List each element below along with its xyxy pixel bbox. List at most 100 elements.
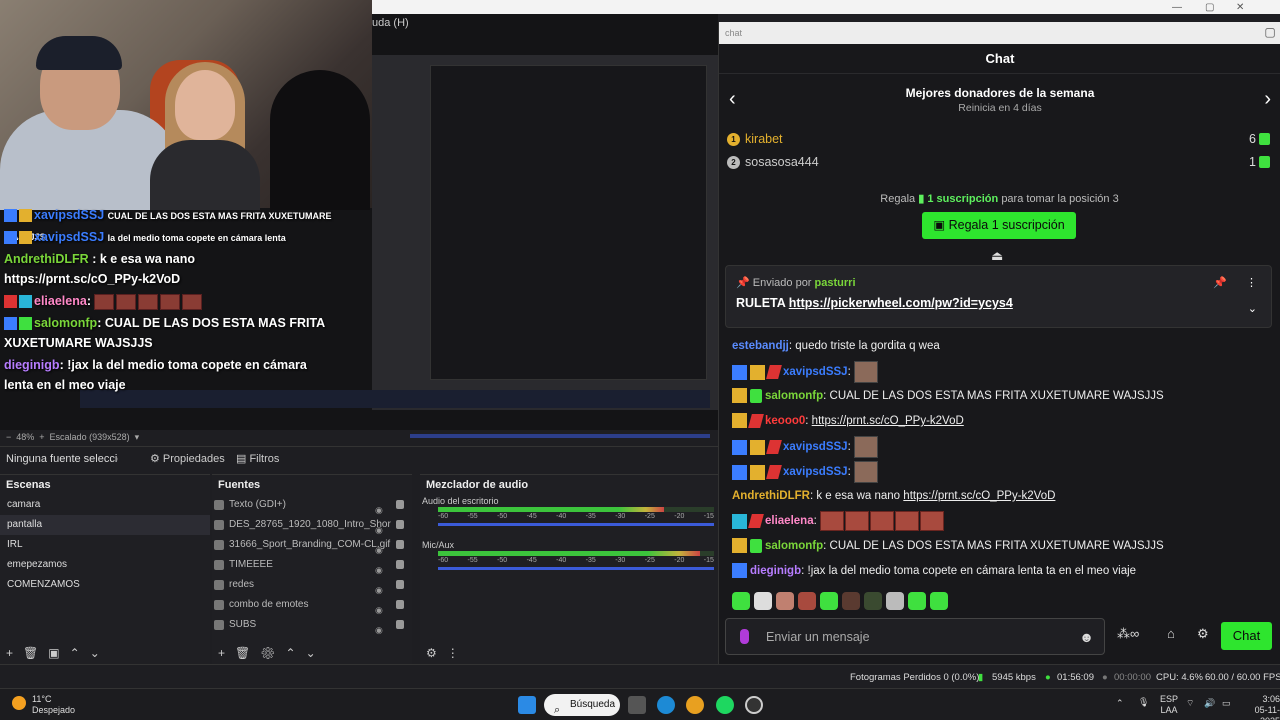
lock-icon[interactable]: [396, 540, 404, 549]
more-icon[interactable]: ⋮: [447, 646, 459, 660]
donor-row[interactable]: 1 kirabet 6: [727, 130, 1270, 152]
eye-icon[interactable]: ◉: [375, 520, 386, 535]
down-icon[interactable]: ⌄: [90, 646, 100, 660]
source-item[interactable]: Texto (GDI+) ◉: [212, 495, 412, 515]
emote-icon[interactable]: [754, 592, 772, 610]
unpin-icon[interactable]: 📌: [1213, 276, 1227, 289]
scene-item[interactable]: emepezamos: [0, 555, 210, 575]
trash-icon[interactable]: 🗑: [235, 646, 250, 660]
chat-username[interactable]: dieginigb: [750, 565, 801, 577]
eye-icon[interactable]: ◉: [375, 500, 386, 515]
help-menu[interactable]: uda (H): [372, 17, 409, 29]
trash-icon[interactable]: 🗑: [23, 646, 38, 660]
source-item[interactable]: SUBS ◉: [212, 615, 412, 635]
filters-tab[interactable]: ▤ Filtros: [236, 452, 279, 465]
scale-dropdown-icon[interactable]: ▾: [130, 432, 140, 442]
zoom-in-button[interactable]: +: [34, 432, 49, 442]
battery-icon[interactable]: ▭: [1222, 698, 1231, 709]
eye-icon[interactable]: ◉: [375, 600, 386, 615]
chat-username[interactable]: salomonfp: [765, 390, 823, 402]
emote-icon[interactable]: [908, 592, 926, 610]
wifi-icon[interactable]: ⌔: [1186, 698, 1194, 709]
chat-link[interactable]: https://prnt.sc/cO_PPy-k2VoD: [903, 490, 1055, 502]
close-window-icon[interactable]: ✕: [1236, 2, 1244, 13]
scene-item[interactable]: camara: [0, 495, 210, 515]
chat-username[interactable]: eliaelena: [765, 515, 814, 527]
zoom-out-button[interactable]: −: [6, 432, 16, 442]
gift-sub-button[interactable]: ▣ Regala 1 suscripción: [922, 212, 1076, 239]
chat-message[interactable]: dieginigb: !jax la del medio toma copete…: [732, 561, 1272, 586]
lock-icon[interactable]: [396, 580, 404, 589]
language-indicator[interactable]: ESP LAA: [1160, 694, 1178, 716]
chat-message[interactable]: eliaelena:: [732, 511, 1272, 536]
eye-icon[interactable]: ◉: [375, 560, 386, 575]
task-view-icon[interactable]: [628, 696, 646, 714]
store-icon[interactable]: ⌂: [1167, 626, 1175, 641]
obs-icon[interactable]: [745, 696, 763, 714]
eye-icon[interactable]: ◉: [375, 540, 386, 555]
lock-icon[interactable]: [396, 560, 404, 569]
emote-icon[interactable]: [864, 592, 882, 610]
lock-icon[interactable]: [396, 600, 404, 609]
chat-username[interactable]: xavipsdSSJ: [783, 366, 848, 378]
maximize-icon[interactable]: ▢: [1205, 2, 1214, 13]
chrome-icon[interactable]: [686, 696, 704, 714]
pinned-link[interactable]: https://pickerwheel.com/pw?id=ycys4: [789, 296, 1013, 310]
gear-icon[interactable]: ⚙: [260, 646, 275, 660]
volume-slider[interactable]: [438, 567, 714, 570]
eye-icon[interactable]: ◉: [375, 580, 386, 595]
up-icon[interactable]: ⌃: [286, 646, 296, 660]
lock-icon[interactable]: [396, 500, 404, 509]
windows-start-icon[interactable]: [518, 696, 536, 714]
mixer-settings-icon[interactable]: ⚙: [426, 646, 437, 660]
chat-link[interactable]: https://prnt.sc/cO_PPy-k2VoD: [812, 415, 964, 427]
source-item[interactable]: TIMEEEE ◉: [212, 555, 412, 575]
source-item[interactable]: 31666_Sport_Branding_COM-CL.gif ◉: [212, 535, 412, 555]
chat-message[interactable]: xavipsdSSJ:: [732, 436, 1272, 461]
chat-send-button[interactable]: Chat: [1221, 622, 1272, 650]
scene-item[interactable]: COMENZAMOS: [0, 575, 210, 595]
source-item[interactable]: combo de emotes ◉: [212, 595, 412, 615]
spotify-icon[interactable]: [716, 696, 734, 714]
down-icon[interactable]: ⌄: [306, 646, 316, 660]
add-icon[interactable]: +: [218, 646, 225, 660]
collapse-icon[interactable]: ⏏: [991, 248, 1003, 264]
source-item[interactable]: redes ◉: [212, 575, 412, 595]
emote-icon[interactable]: [886, 592, 904, 610]
emote-icon[interactable]: [798, 592, 816, 610]
taskbar-search[interactable]: ⌕ Búsqueda: [544, 694, 620, 716]
mic-tray-icon[interactable]: 🎙: [1138, 697, 1149, 708]
emote-icon[interactable]: [842, 592, 860, 610]
emote-icon[interactable]: [732, 592, 750, 610]
chat-username[interactable]: keooo0: [765, 415, 805, 427]
volume-slider[interactable]: [438, 523, 714, 526]
chat-username[interactable]: xavipsdSSJ: [783, 466, 848, 478]
chat-message[interactable]: estebandjj: quedo triste la gordita q we…: [732, 336, 1272, 361]
tray-expand-icon[interactable]: ⌃: [1116, 698, 1124, 709]
points-icon[interactable]: ⁂∞: [1117, 626, 1139, 642]
chat-message[interactable]: xavipsdSSJ:: [732, 461, 1272, 486]
lock-icon[interactable]: [396, 520, 404, 529]
clock[interactable]: 3:0605-11-2025: [1238, 694, 1280, 720]
close-icon[interactable]: ▢: [1263, 25, 1277, 39]
scene-item[interactable]: IRL: [0, 535, 210, 555]
chat-message[interactable]: xavipsdSSJ:: [732, 361, 1272, 386]
volume-icon[interactable]: 🔊: [1204, 698, 1215, 709]
properties-tab[interactable]: ⚙ Propiedades: [150, 452, 225, 465]
emote-icon[interactable]: [930, 592, 948, 610]
source-item[interactable]: DES_28765_1920_1080_Intro_Shor ◉: [212, 515, 412, 535]
lock-icon[interactable]: [396, 620, 404, 629]
chevron-down-icon[interactable]: ⌄: [1248, 302, 1257, 315]
emote-icon[interactable]: [776, 592, 794, 610]
eye-icon[interactable]: ◉: [375, 620, 386, 635]
filter-icon[interactable]: ▣: [48, 646, 59, 660]
chat-message[interactable]: keooo0: https://prnt.sc/cO_PPy-k2VoD: [732, 411, 1272, 436]
pinned-message[interactable]: 📌 Enviado por pasturri RULETA https://pi…: [725, 265, 1272, 328]
chat-message[interactable]: salomonfp: CUAL DE LAS DOS ESTA MAS FRIT…: [732, 536, 1272, 561]
add-icon[interactable]: +: [6, 646, 13, 660]
chat-message[interactable]: AndrethiDLFR: k e esa wa nano https://pr…: [732, 486, 1272, 511]
up-icon[interactable]: ⌃: [70, 646, 80, 660]
chevron-right-icon[interactable]: ›: [1264, 88, 1271, 111]
chat-input[interactable]: [766, 627, 1066, 647]
preview-scrollbar[interactable]: [410, 434, 710, 438]
